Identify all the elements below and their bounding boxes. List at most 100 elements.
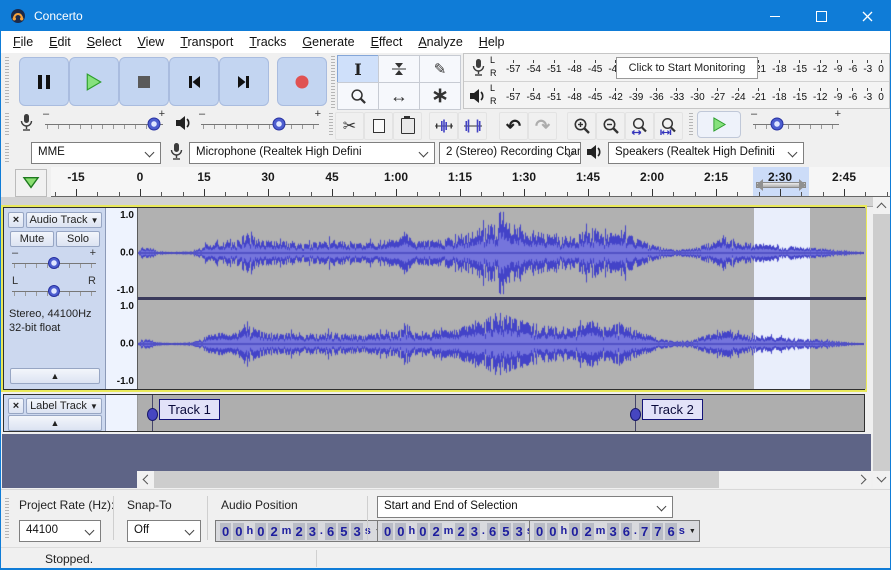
fit-project-button[interactable] (654, 112, 683, 140)
stop-button[interactable] (119, 57, 169, 106)
play-volume-slider[interactable]: – + (199, 108, 321, 131)
waveform-channel-2[interactable] (138, 300, 864, 388)
menu-item-transport[interactable]: Transport (172, 33, 241, 51)
pan-thumb[interactable] (48, 285, 60, 297)
label-text[interactable]: Track 2 (642, 399, 703, 420)
tools-toolbar-grip[interactable] (331, 56, 335, 108)
audio-host-select[interactable]: MME (31, 142, 161, 164)
menu-item-edit[interactable]: Edit (41, 33, 79, 51)
label-text[interactable]: Track 1 (159, 399, 220, 420)
menu-item-tracks[interactable]: Tracks (241, 33, 294, 51)
minimize-button[interactable] (752, 1, 798, 31)
pin-playhead-button[interactable] (15, 169, 47, 197)
undo-button[interactable]: ↶ (499, 112, 528, 140)
menu-item-file[interactable]: File (5, 33, 41, 51)
gain-thumb[interactable] (48, 257, 60, 269)
track-collapse-button[interactable]: ▲ (10, 368, 100, 384)
record-volume-thumb[interactable] (147, 117, 161, 131)
scroll-right-button[interactable] (854, 471, 871, 488)
timeline-ruler[interactable]: -15 0 15 30 45 1:00 1:15 1:30 1:45 2:00 2:15 2:30 2:… (51, 167, 890, 197)
close-button[interactable] (844, 1, 890, 31)
cut-button[interactable]: ✂ (335, 112, 364, 140)
trim-audio-button[interactable] (429, 112, 458, 140)
label-track-close-button[interactable]: × (8, 398, 24, 414)
label-track-title-button[interactable]: Label Track ▼ (26, 398, 102, 414)
vertical-scroll-thumb[interactable] (873, 214, 890, 471)
pan-slider[interactable]: L R (12, 275, 96, 298)
selection-mode-select[interactable]: Start and End of Selection (377, 496, 673, 518)
mixer-toolbar-grip[interactable] (5, 113, 9, 135)
dropdown-icon[interactable]: ▼ (689, 528, 696, 535)
label-track-collapse-button[interactable]: ▲ (8, 415, 102, 431)
track-close-button[interactable]: × (8, 212, 24, 228)
meter-tick (837, 88, 839, 91)
play-at-speed-button[interactable] (697, 111, 741, 138)
recording-channels-select[interactable]: 2 (Stereo) Recording Channels (439, 142, 581, 164)
label-area[interactable]: Track 1 Track 2 (138, 395, 864, 431)
solo-button[interactable]: Solo (56, 231, 100, 247)
project-rate-select[interactable]: 44100 (19, 520, 101, 542)
menu-item-analyze[interactable]: Analyze (410, 33, 470, 51)
copy-button[interactable] (364, 112, 393, 140)
record-button[interactable] (277, 57, 327, 106)
snap-to-select[interactable]: Off (127, 520, 201, 542)
label-flag-icon[interactable] (147, 408, 158, 421)
status-bar: Stopped. (1, 547, 890, 568)
play-speed-thumb[interactable] (770, 117, 784, 131)
horizontal-scrollbar[interactable] (137, 471, 871, 488)
redo-button[interactable]: ↷ (528, 112, 557, 140)
edit-toolbar-grip[interactable] (329, 113, 333, 135)
scroll-up-button[interactable] (873, 197, 890, 214)
scroll-down-button[interactable] (873, 471, 890, 488)
menu-item-generate[interactable]: Generate (294, 33, 362, 51)
output-device-select[interactable]: Speakers (Realtek High Definiti (608, 142, 804, 164)
selection-tool-button[interactable]: I (337, 55, 379, 83)
waveform-channel-1[interactable] (138, 209, 864, 297)
play-at-speed-grip[interactable] (689, 113, 693, 135)
paste-button[interactable] (393, 112, 422, 140)
mute-button[interactable]: Mute (10, 231, 54, 247)
maximize-button[interactable] (798, 1, 844, 31)
cut-icon: ✂ (342, 118, 357, 135)
vertical-scrollbar[interactable] (873, 197, 890, 488)
zoom-in-button[interactable] (567, 112, 596, 140)
menu-item-view[interactable]: View (129, 33, 172, 51)
horizontal-scroll-thumb[interactable] (154, 471, 719, 488)
play-button[interactable] (69, 57, 119, 106)
vertical-ruler[interactable]: 1.0 0.0 -1.0 1.0 0.0 -1.0 (106, 208, 138, 389)
menu-item-effect[interactable]: Effect (363, 33, 411, 51)
record-volume-slider[interactable]: – + (43, 108, 165, 131)
time-digit: 3 (306, 522, 318, 540)
zoom-tool-button[interactable] (337, 82, 379, 110)
silence-audio-button[interactable] (458, 112, 487, 140)
menu-item-help[interactable]: Help (471, 33, 513, 51)
play-volume-thumb[interactable] (272, 117, 286, 131)
recording-meter[interactable]: L R -57-54-51-48-45-42-39-36-33-30-27-24… (464, 54, 889, 82)
monitoring-overlay[interactable]: Click to Start Monitoring (616, 57, 758, 79)
envelope-tool-button[interactable] (378, 55, 420, 83)
playback-meter[interactable]: L R -57 -54 -51 -48 -45 -42 -39 -36 -33 -30 -27 -24… (464, 82, 889, 109)
menu-item-select[interactable]: Select (79, 33, 130, 51)
track-title-button[interactable]: Audio Track ▼ (26, 212, 102, 228)
draw-tool-button[interactable]: ✎ (419, 55, 461, 83)
label-flag-icon[interactable] (630, 408, 641, 421)
time-shift-tool-button[interactable]: ↔ (378, 82, 420, 110)
pause-button[interactable] (19, 57, 69, 106)
selection-start-field[interactable]: 00h02m23.653s▼ (377, 520, 548, 542)
gain-slider[interactable]: – + (12, 247, 96, 270)
skip-to-end-button[interactable] (219, 57, 269, 106)
transport-toolbar-grip[interactable] (5, 57, 9, 103)
audio-position-field[interactable]: 00h02m23.653s▼ (215, 520, 386, 542)
scroll-left-button[interactable] (137, 471, 154, 488)
play-speed-slider[interactable]: – + (751, 108, 841, 131)
multi-tool-button[interactable]: ∗ (419, 82, 461, 110)
device-toolbar-grip[interactable] (5, 143, 9, 163)
zoom-out-button[interactable] (596, 112, 625, 140)
selection-toolbar-grip[interactable] (5, 498, 9, 540)
waveform-area[interactable] (138, 208, 866, 389)
skip-to-start-button[interactable] (169, 57, 219, 106)
meter-tick (737, 88, 739, 91)
input-device-select[interactable]: Microphone (Realtek High Defini (189, 142, 435, 164)
fit-selection-button[interactable] (625, 112, 654, 140)
selection-end-field[interactable]: 0 0 h 0 2 m 3 6. 7 7 6 s ▼ (529, 520, 700, 542)
